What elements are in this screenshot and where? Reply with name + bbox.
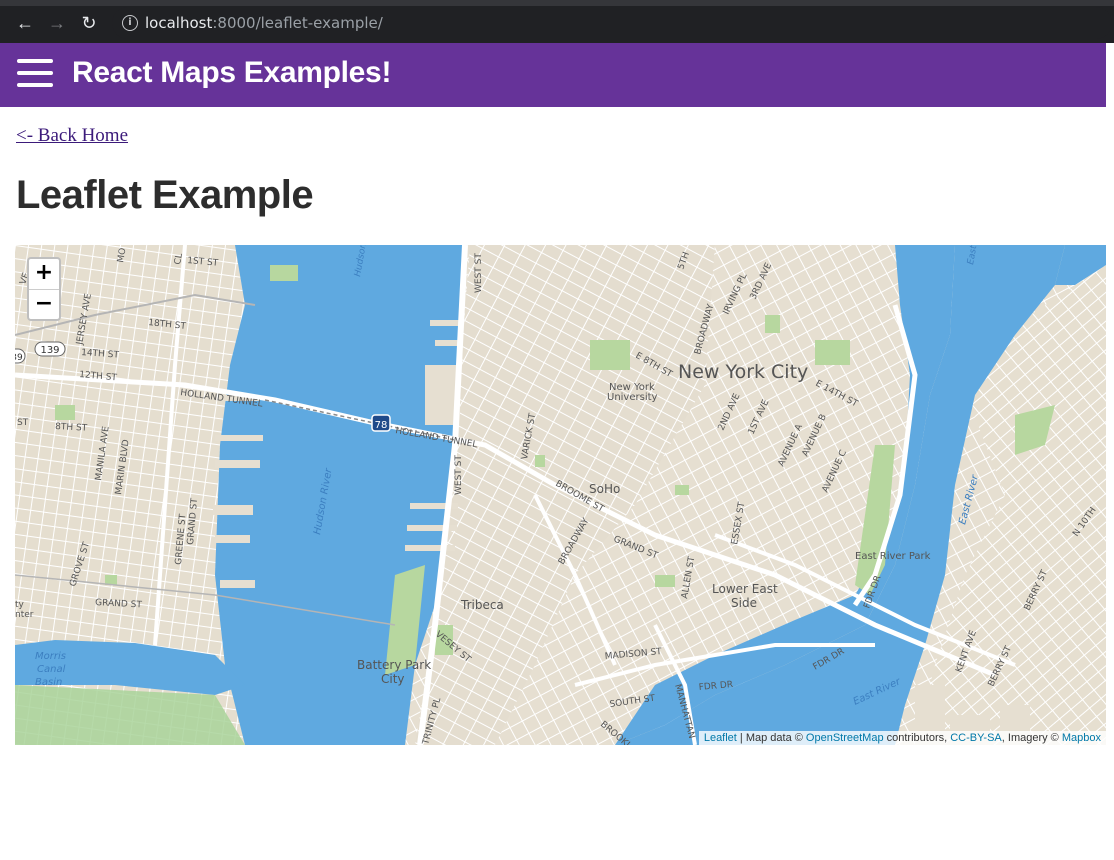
site-title[interactable]: React Maps Examples! xyxy=(72,56,391,90)
browser-chrome: ← → ↻ i localhost:8000/leaflet-example/ xyxy=(0,0,1114,43)
label-ty-fragment: ty xyxy=(15,600,25,610)
attribution-imagery: , Imagery © xyxy=(1001,732,1062,744)
reload-icon[interactable]: ↻ xyxy=(78,12,100,34)
url-host: localhost xyxy=(145,14,213,32)
route-78-shield: 78 xyxy=(371,414,391,432)
label-nter-fragment: nter xyxy=(15,610,34,620)
tab-strip-edge xyxy=(0,0,1114,6)
label-8th-st: 8TH ST xyxy=(55,422,88,434)
route-139-label: 139 xyxy=(40,345,59,356)
label-tribeca: Tribeca xyxy=(460,598,504,612)
label-morris-canal: Morris xyxy=(35,651,66,662)
info-icon[interactable]: i xyxy=(122,15,138,31)
back-home-link[interactable]: <- Back Home xyxy=(16,125,128,147)
label-new-york-city: New York City xyxy=(678,361,808,383)
map-tiles[interactable]: 78 139 39 New York City New York Univers… xyxy=(15,245,1106,745)
forward-arrow-icon[interactable]: → xyxy=(46,12,68,34)
label-soho: SoHo xyxy=(589,482,620,496)
route-39-shield: 39 xyxy=(15,348,26,364)
address-bar[interactable]: i localhost:8000/leaflet-example/ xyxy=(112,7,1112,39)
label-nyu-2: University xyxy=(607,392,658,403)
label-lower-east-side-2: Side xyxy=(731,596,757,610)
route-139-shield: 139 xyxy=(34,341,66,357)
attribution-sep: | Map data © xyxy=(736,732,806,744)
zoom-out-button[interactable]: − xyxy=(29,290,59,320)
label-battery-park: Battery Park xyxy=(357,658,431,672)
label-morris-canal-3: Basin xyxy=(35,677,62,688)
page-title: Leaflet Example xyxy=(16,173,314,217)
leaflet-link[interactable]: Leaflet xyxy=(704,732,737,744)
label-east-river-park: East River Park xyxy=(855,551,931,562)
url-path: :8000/leaflet-example/ xyxy=(212,14,383,32)
map-attribution: Leaflet | Map data © OpenStreetMap contr… xyxy=(698,731,1106,745)
route-39-label: 39 xyxy=(15,353,23,363)
site-header: React Maps Examples! xyxy=(0,43,1106,107)
label-lower-east-side: Lower East xyxy=(712,582,778,596)
label-st-fragment: ST xyxy=(17,418,29,428)
leaflet-map[interactable]: 78 139 39 New York City New York Univers… xyxy=(15,245,1106,745)
label-morris-canal-2: Canal xyxy=(37,664,66,675)
label-west-st-south: WEST ST xyxy=(454,455,464,495)
attribution-contrib: contributors, xyxy=(883,732,951,744)
label-cl-fragment: CL xyxy=(173,253,185,266)
label-battery-park-2: City xyxy=(381,672,405,686)
zoom-control: + − xyxy=(27,257,61,321)
back-arrow-icon[interactable]: ← xyxy=(14,12,36,34)
hamburger-menu-icon[interactable] xyxy=(17,58,53,88)
address-url[interactable]: localhost:8000/leaflet-example/ xyxy=(145,14,383,32)
license-link[interactable]: CC-BY-SA xyxy=(950,732,1002,744)
mapbox-link[interactable]: Mapbox xyxy=(1062,732,1101,744)
zoom-in-button[interactable]: + xyxy=(29,259,59,290)
route-78-label: 78 xyxy=(375,420,388,431)
label-west-st-north: WEST ST xyxy=(474,253,484,293)
osm-link[interactable]: OpenStreetMap xyxy=(806,732,884,744)
